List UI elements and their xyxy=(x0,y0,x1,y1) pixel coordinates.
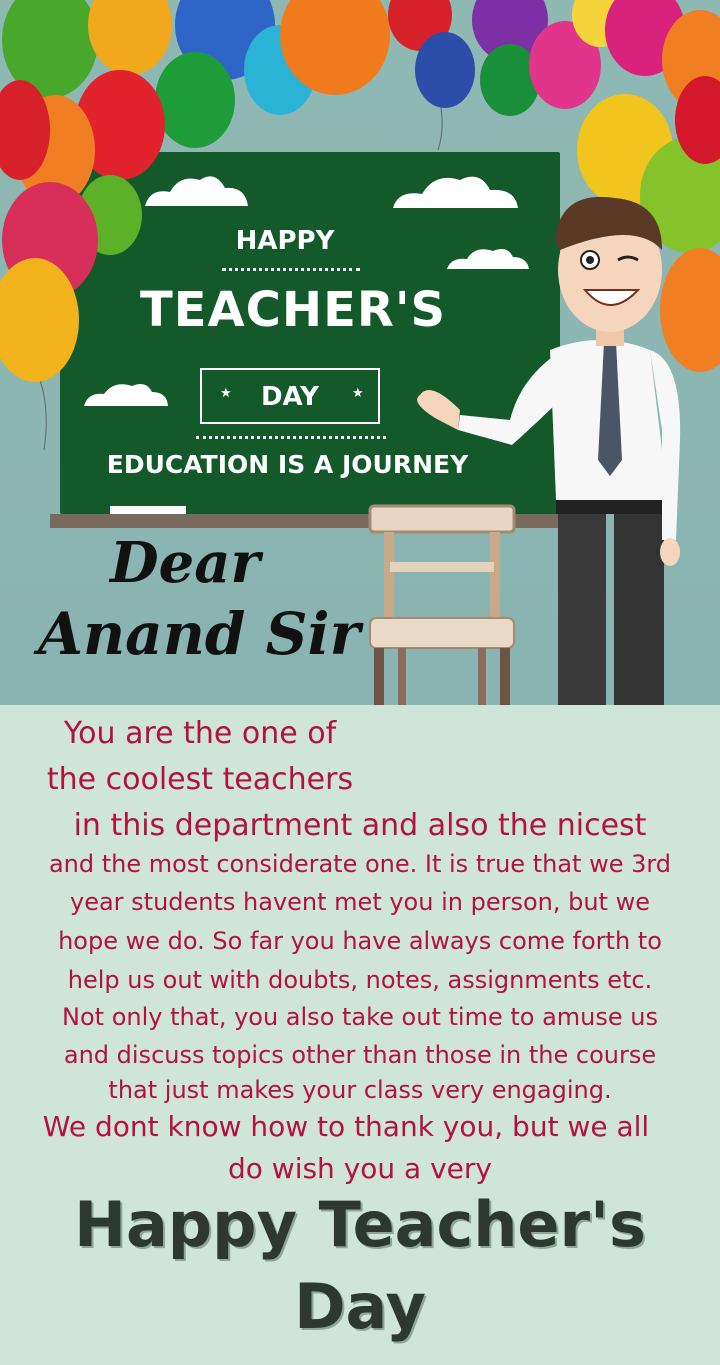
message-line: Not only that, you also take out time to… xyxy=(62,1003,658,1031)
message-line: and discuss topics other than those in t… xyxy=(63,1041,657,1069)
header-scene: HAPPY TEACHER'S ★ ★ DAY EDUCATION IS A J… xyxy=(0,0,720,705)
message-line: We dont know how to thank you, but we al… xyxy=(42,1110,650,1143)
message-line: do wish you a very xyxy=(227,1152,492,1185)
message-line: and the most considerate one. It is true… xyxy=(48,850,672,878)
message-line: help us out with doubts, notes, assignme… xyxy=(67,966,653,994)
message-line: that just makes your class very engaging… xyxy=(108,1076,612,1104)
greeting-dear: Dear xyxy=(110,530,260,596)
message-line: the coolest teachers xyxy=(46,762,354,797)
message-line: You are the one of xyxy=(63,716,337,751)
message-line: year students havent met you in person, … xyxy=(69,888,650,916)
chalk xyxy=(110,506,186,514)
greeting-name: Anand Sir xyxy=(38,600,361,668)
message-line: in this department and also the nicest xyxy=(73,808,647,843)
closing-day: Day xyxy=(294,1270,426,1343)
closing-title: Happy Teacher's xyxy=(74,1188,646,1261)
teacher-illustration xyxy=(417,196,681,705)
message-line: hope we do. So far you have always come … xyxy=(58,927,662,955)
